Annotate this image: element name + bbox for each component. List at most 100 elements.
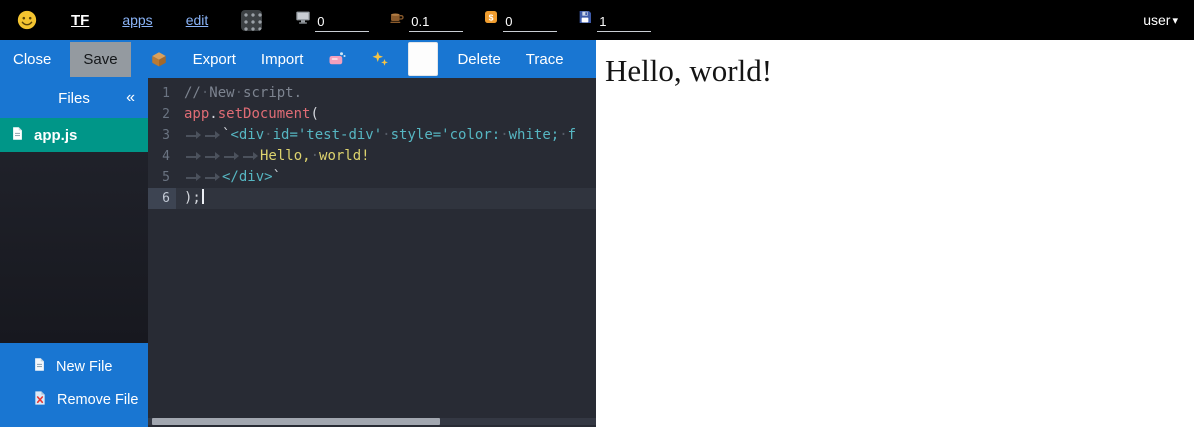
blank-input-box[interactable] [408, 42, 438, 76]
stat-storage: 1 [577, 9, 651, 32]
tab-whitespace-arrow [222, 149, 241, 163]
trace-button[interactable]: Trace [526, 51, 564, 68]
monitor-stat-field[interactable]: 0 [315, 14, 369, 32]
tab-whitespace-arrow [184, 128, 203, 142]
tab-whitespace-arrow [184, 170, 203, 184]
file-item-label: app.js [34, 127, 77, 144]
text-cursor [202, 189, 204, 204]
code-text: Hello,·world! [176, 146, 370, 167]
coffee-stat-field[interactable]: 0.1 [409, 14, 463, 32]
files-sidebar: Files « app.js New File [0, 78, 148, 427]
code-line[interactable]: 6); [148, 188, 596, 209]
sparkles-icon[interactable] [371, 50, 389, 68]
sidebar-footer: New File Remove File [0, 343, 148, 427]
tab-whitespace-arrow [203, 128, 222, 142]
horizontal-scrollbar-track[interactable] [148, 418, 596, 425]
stat-money: $ 0 [483, 9, 557, 32]
nav-link-apps[interactable]: apps [122, 12, 152, 28]
horizontal-scrollbar-thumb[interactable] [152, 418, 440, 425]
code-lines: 1//·New·script.2app.setDocument(3`<div·i… [148, 78, 596, 209]
storage-stat-field[interactable]: 1 [597, 14, 651, 32]
files-header: Files « [0, 78, 148, 118]
tab-whitespace-arrow [203, 149, 222, 163]
soap-icon[interactable] [328, 50, 346, 68]
file-list-empty-area [0, 152, 148, 343]
space-whitespace-dot: · [559, 127, 567, 143]
stat-monitor: 0 [295, 9, 369, 32]
chevron-down-icon: ▾ [1172, 14, 1178, 27]
coffee-icon [389, 9, 405, 32]
save-button[interactable]: Save [70, 42, 130, 77]
preview-pane: Hello, world! [596, 40, 1194, 427]
line-number: 6 [148, 188, 176, 209]
export-button[interactable]: Export [193, 51, 236, 68]
space-whitespace-dot: · [382, 127, 390, 143]
line-number: 5 [148, 167, 176, 188]
code-token: f [568, 127, 576, 143]
code-text: app.setDocument( [176, 104, 319, 125]
code-token: . [209, 106, 217, 122]
code-line[interactable]: 3`<div·id='test-div'·style='color:·white… [148, 125, 596, 146]
code-token: world! [319, 148, 370, 164]
workspace: Files « app.js New File [0, 78, 596, 427]
floppy-disk-icon [577, 9, 593, 32]
code-text: //·New·script. [176, 83, 302, 104]
smiley-logo-icon [16, 9, 38, 31]
line-number: 2 [148, 104, 176, 125]
code-token: Hello, [260, 148, 311, 164]
code-token: ` [273, 169, 281, 185]
code-line[interactable]: 4Hello,·world! [148, 146, 596, 167]
remove-file-label: Remove File [57, 392, 138, 408]
user-menu[interactable]: user ▾ [1143, 12, 1178, 28]
remove-file-button[interactable]: Remove File [0, 383, 148, 417]
code-text: ); [176, 188, 204, 209]
code-token: </div> [222, 169, 273, 185]
main-area: Close Save Export Import Delete Trace Fi… [0, 40, 1194, 427]
tab-whitespace-arrow [184, 149, 203, 163]
new-file-label: New File [56, 359, 112, 375]
file-item-appjs[interactable]: app.js [0, 118, 148, 152]
code-editor[interactable]: 1//·New·script.2app.setDocument(3`<div·i… [148, 78, 596, 427]
code-token: white; [509, 127, 560, 143]
close-button[interactable]: Close [13, 51, 51, 68]
document-icon [10, 126, 25, 145]
code-line[interactable]: 5</div>` [148, 167, 596, 188]
editor-toolbar: Close Save Export Import Delete Trace [0, 40, 596, 78]
line-number: 3 [148, 125, 176, 146]
code-token: ( [310, 106, 318, 122]
nav-link-edit[interactable]: edit [186, 12, 209, 28]
code-token: ); [184, 190, 201, 206]
code-line[interactable]: 2app.setDocument( [148, 104, 596, 125]
new-file-icon [32, 357, 47, 376]
space-whitespace-dot: · [264, 127, 272, 143]
code-token: // [184, 85, 201, 101]
money-icon: $ [483, 9, 499, 32]
code-text: </div>` [176, 167, 281, 188]
package-icon[interactable] [150, 50, 168, 68]
remove-file-icon [32, 390, 48, 410]
apps-grid-icon[interactable] [241, 10, 262, 31]
code-token: style='color: [391, 127, 501, 143]
files-header-label: Files [58, 90, 90, 107]
code-token: <div [230, 127, 264, 143]
money-stat-field[interactable]: 0 [503, 14, 557, 32]
collapse-sidebar-button[interactable]: « [126, 89, 135, 107]
space-whitespace-dot: · [500, 127, 508, 143]
brand-link-tf[interactable]: TF [71, 12, 89, 29]
import-button[interactable]: Import [261, 51, 304, 68]
tab-whitespace-arrow [241, 149, 260, 163]
top-bar-left-cluster: TF apps edit [16, 9, 262, 31]
code-line[interactable]: 1//·New·script. [148, 83, 596, 104]
stat-coffee: 0.1 [389, 9, 463, 32]
user-menu-label: user [1143, 12, 1170, 28]
code-token: id='test-div' [273, 127, 383, 143]
code-token: New [209, 85, 234, 101]
top-bar: TF apps edit 0 0.1 $ 0 1 [0, 0, 1194, 40]
delete-button[interactable]: Delete [457, 51, 500, 68]
code-token: setDocument [218, 106, 311, 122]
new-file-button[interactable]: New File [0, 350, 148, 383]
monitor-icon [295, 9, 311, 32]
svg-text:$: $ [489, 12, 494, 22]
space-whitespace-dot: · [311, 148, 319, 164]
space-whitespace-dot: · [235, 85, 243, 101]
